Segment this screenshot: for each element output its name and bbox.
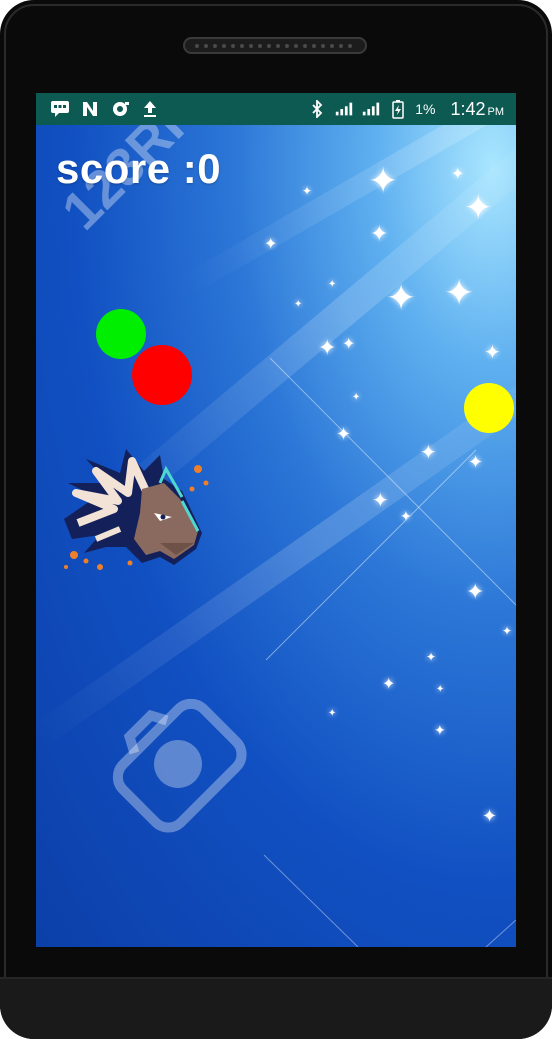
star: ✦ bbox=[468, 452, 484, 472]
star: ✦ bbox=[294, 299, 303, 310]
watermark-camera-icon bbox=[112, 698, 247, 833]
red-ball bbox=[132, 345, 192, 405]
star: ✦ bbox=[464, 189, 493, 227]
star: ✦ bbox=[342, 336, 356, 353]
star: ✦ bbox=[328, 279, 337, 290]
star: ✦ bbox=[382, 676, 396, 693]
upload-icon bbox=[140, 99, 160, 119]
star: ✦ bbox=[466, 579, 485, 604]
star: ✦ bbox=[386, 277, 417, 318]
game-canvas[interactable]: ✦ ✦ ✦ ✦ ✦ ✦ ✦ ✦ ✦ ✦ ✦ ✦ ✦ ✦ ✦ ✦ ✦ ✦ ✦ ✦ … bbox=[36, 125, 516, 947]
star: ✦ bbox=[484, 342, 501, 364]
score-label: score :0 bbox=[56, 145, 222, 192]
earpiece-speaker bbox=[183, 37, 367, 54]
camera-sync-icon bbox=[110, 99, 130, 119]
signal-icon bbox=[334, 99, 354, 119]
star: ✦ bbox=[444, 272, 475, 313]
star: ✦ bbox=[502, 624, 513, 638]
clock-ampm: PM bbox=[487, 105, 505, 118]
phone-frame: 1% 1:42 PM ✦ ✦ ✦ ✦ ✦ ✦ ✦ ✦ ✦ ✦ ✦ ✦ ✦ ✦ ✦… bbox=[0, 0, 552, 1039]
battery-percent: 1% bbox=[415, 101, 436, 117]
star: ✦ bbox=[420, 442, 437, 464]
signal-icon bbox=[361, 99, 381, 119]
device-screen: 1% 1:42 PM ✦ ✦ ✦ ✦ ✦ ✦ ✦ ✦ ✦ ✦ ✦ ✦ ✦ ✦ ✦… bbox=[36, 93, 516, 947]
green-ball bbox=[96, 309, 146, 359]
battery-charging-icon bbox=[388, 99, 408, 119]
star: ✦ bbox=[352, 392, 361, 403]
star: ✦ bbox=[400, 508, 412, 524]
status-bar: 1% 1:42 PM bbox=[36, 93, 516, 125]
bluetooth-icon bbox=[307, 99, 327, 119]
star: ✦ bbox=[328, 708, 337, 719]
star: ✦ bbox=[318, 335, 337, 360]
star: ✦ bbox=[451, 166, 465, 183]
star: ✦ bbox=[372, 490, 389, 512]
star: ✦ bbox=[264, 236, 278, 253]
yellow-ball bbox=[464, 383, 514, 433]
star: ✦ bbox=[336, 424, 352, 444]
chat-icon bbox=[50, 99, 70, 119]
star: ✦ bbox=[370, 221, 389, 246]
clock-time: 1:42 bbox=[450, 98, 486, 119]
phone-chin bbox=[0, 977, 552, 1039]
star: ✦ bbox=[436, 684, 445, 695]
star: ✦ bbox=[482, 806, 498, 826]
star: ✦ bbox=[302, 184, 313, 198]
clock: 1:42 PM bbox=[450, 99, 504, 120]
star: ✦ bbox=[426, 650, 437, 664]
n-icon bbox=[80, 99, 100, 119]
dragon-head-sprite[interactable] bbox=[56, 443, 216, 583]
star: ✦ bbox=[434, 722, 446, 738]
star: ✦ bbox=[368, 160, 399, 201]
